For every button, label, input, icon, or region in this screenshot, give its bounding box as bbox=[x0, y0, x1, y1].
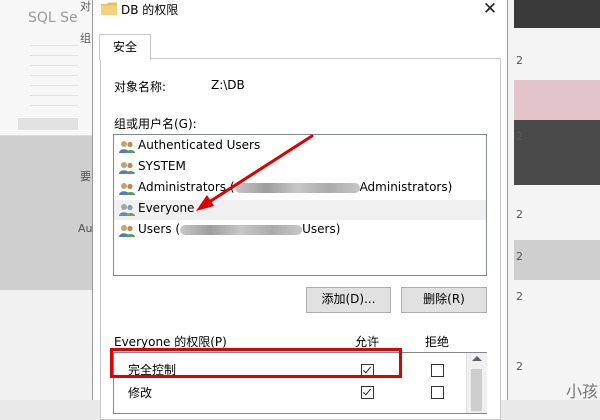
deny-modify-checkbox[interactable] bbox=[431, 386, 444, 399]
principal-name: SYSTEM bbox=[138, 159, 186, 173]
background-peek-text: Au bbox=[78, 222, 93, 235]
object-name-value: Z:\DB bbox=[211, 78, 245, 92]
folder-icon bbox=[101, 2, 117, 15]
permission-name: 修改 bbox=[128, 386, 153, 400]
users-icon bbox=[119, 141, 135, 153]
users-icon bbox=[119, 162, 135, 174]
deny-column-header: 拒绝 bbox=[425, 335, 450, 349]
list-item[interactable]: SYSTEM bbox=[114, 158, 486, 178]
list-item[interactable]: Users ( Users) bbox=[114, 221, 486, 241]
tab-security[interactable]: 安全 bbox=[99, 34, 151, 60]
users-icon bbox=[119, 204, 135, 216]
background-number: 2 bbox=[516, 360, 523, 373]
dialog-title: DB 的权限 bbox=[121, 3, 179, 17]
background-document-right: 2 2 2 2 2 2 小孩 bbox=[506, 0, 600, 401]
list-item[interactable]: Administrators ( Administrators) bbox=[114, 179, 486, 199]
background-number: 2 bbox=[516, 208, 523, 221]
principal-list[interactable]: Authenticated Users SYSTEM Administrator… bbox=[113, 134, 487, 276]
background-number: 2 bbox=[516, 54, 523, 67]
list-item[interactable]: Everyone bbox=[114, 200, 486, 220]
permissions-dialog: DB 的权限 ✕ 安全 对象名称: Z:\DB 组或用户名(G): Authen… bbox=[92, 0, 508, 420]
scroll-up-icon[interactable] bbox=[472, 356, 482, 361]
principal-name: Everyone bbox=[138, 201, 195, 215]
background-number: 2 bbox=[516, 130, 523, 143]
principal-name: Users ( Users) bbox=[138, 222, 340, 236]
background-number: 2 bbox=[516, 250, 523, 263]
principal-name-prefix: Administrators ( bbox=[138, 180, 235, 194]
background-title: SQL Se bbox=[28, 10, 78, 26]
principal-name-prefix: Users ( bbox=[138, 222, 181, 236]
background-footer-text: 小孩 bbox=[566, 382, 599, 401]
background-buttonbar bbox=[18, 118, 78, 130]
principal-name-suffix: Administrators) bbox=[359, 180, 453, 194]
background-peek-text: 组 bbox=[80, 32, 91, 45]
background-dark-area bbox=[0, 136, 92, 290]
background-panel: SQL Se bbox=[0, 0, 92, 136]
list-item[interactable]: Authenticated Users bbox=[114, 137, 486, 157]
close-icon[interactable]: ✕ bbox=[481, 0, 499, 18]
background-document-left: SQL Se bbox=[0, 0, 92, 400]
background-block bbox=[514, 0, 600, 28]
scroll-thumb[interactable] bbox=[471, 369, 482, 411]
background-lines bbox=[30, 36, 78, 106]
background-block bbox=[514, 80, 600, 120]
background-block bbox=[514, 120, 600, 185]
principal-name-suffix: Users) bbox=[302, 222, 341, 236]
background-peek-text: 要 bbox=[80, 170, 91, 183]
principal-name: Authenticated Users bbox=[138, 138, 261, 152]
permission-row: 修改 bbox=[114, 380, 466, 402]
redacted-text bbox=[234, 182, 360, 193]
title-bar[interactable]: DB 的权限 ✕ bbox=[93, 0, 507, 24]
users-icon bbox=[119, 183, 135, 195]
principal-name: Administrators ( Administrators) bbox=[138, 180, 452, 194]
background-peek-text: 对 bbox=[80, 0, 91, 13]
deny-full-control-checkbox[interactable] bbox=[431, 364, 444, 377]
annotation-highlight-box bbox=[110, 348, 402, 378]
object-name-label: 对象名称: bbox=[114, 80, 167, 94]
background-block bbox=[514, 240, 600, 280]
allow-modify-checkbox[interactable] bbox=[361, 386, 374, 399]
group-or-user-label: 组或用户名(G): bbox=[114, 117, 197, 131]
permission-scrollbar[interactable] bbox=[466, 353, 487, 413]
redacted-text bbox=[180, 224, 303, 235]
users-icon bbox=[119, 225, 135, 237]
background-number: 2 bbox=[516, 290, 523, 303]
add-button[interactable]: 添加(D)... bbox=[306, 287, 391, 313]
remove-button[interactable]: 删除(R) bbox=[401, 287, 487, 313]
